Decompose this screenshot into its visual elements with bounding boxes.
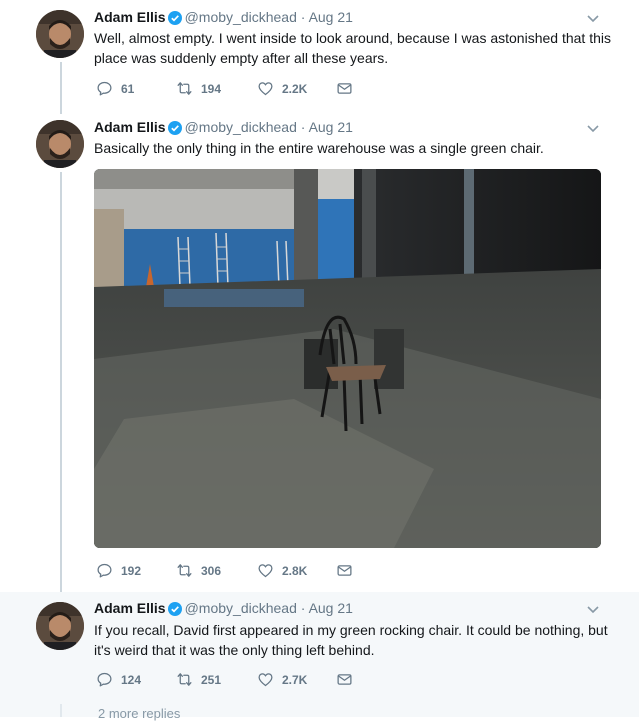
- date-separator: ·: [300, 600, 306, 616]
- reply-icon: [97, 672, 112, 687]
- tweet-actions: 124 251 2.7K: [96, 671, 396, 691]
- like-button[interactable]: 2.2K: [257, 80, 307, 97]
- retweet-count: 306: [201, 563, 222, 578]
- like-icon: [258, 564, 273, 578]
- reply-count: 192: [121, 563, 142, 578]
- tweet-actions: 61 194 2.2K: [96, 80, 396, 100]
- like-count: 2.7K: [282, 672, 308, 687]
- retweet-button[interactable]: 194: [176, 80, 221, 97]
- tweet-1[interactable]: Adam Ellis @moby_dickhead · Aug 21 Well, …: [0, 0, 639, 112]
- retweet-icon: [177, 82, 192, 95]
- retweet-icon: [177, 564, 192, 577]
- tweet-text: Basically the only thing in the entire w…: [94, 140, 544, 156]
- date-separator: ·: [300, 9, 306, 25]
- retweet-button[interactable]: 306: [176, 562, 221, 579]
- reply-icon: [97, 563, 112, 578]
- avatar[interactable]: [36, 10, 84, 58]
- like-icon: [258, 82, 273, 96]
- tweet-text: Well, almost empty. I went inside to loo…: [94, 30, 611, 66]
- tweet-header: Adam Ellis @moby_dickhead · Aug 21: [94, 600, 353, 619]
- message-icon: [337, 674, 352, 685]
- like-icon: [258, 673, 273, 687]
- tweet-3[interactable]: Adam Ellis @moby_dickhead · Aug 21 If you…: [0, 592, 639, 717]
- chevron-down-icon[interactable]: [586, 602, 600, 616]
- reply-count: 61: [121, 81, 135, 96]
- message-icon: [337, 565, 352, 576]
- reply-count: 124: [121, 672, 142, 687]
- reply-button[interactable]: 124: [96, 671, 141, 688]
- reply-button[interactable]: 192: [96, 562, 141, 579]
- tweet-date[interactable]: Aug 21: [309, 119, 353, 135]
- reply-button[interactable]: 61: [96, 80, 134, 97]
- retweet-count: 194: [201, 81, 222, 96]
- author-name[interactable]: Adam Ellis: [94, 119, 166, 135]
- retweet-count: 251: [201, 672, 222, 687]
- verified-badge-icon: [167, 11, 182, 28]
- tweet-date[interactable]: Aug 21: [309, 600, 353, 616]
- author-handle[interactable]: @moby_dickhead: [185, 119, 297, 135]
- verified-badge-icon: [167, 602, 182, 619]
- verified-badge-icon: [167, 121, 182, 138]
- more-replies-link[interactable]: 2 more replies: [98, 706, 180, 721]
- like-count: 2.8K: [282, 563, 308, 578]
- tweet-date[interactable]: Aug 21: [309, 9, 353, 25]
- thread-line: [60, 704, 62, 717]
- tweet-actions: 192 306 2.8K: [96, 562, 396, 582]
- author-name[interactable]: Adam Ellis: [94, 600, 166, 616]
- author-name[interactable]: Adam Ellis: [94, 9, 166, 25]
- author-handle[interactable]: @moby_dickhead: [185, 9, 297, 25]
- date-separator: ·: [300, 119, 306, 135]
- chevron-down-icon[interactable]: [586, 11, 600, 25]
- like-count: 2.2K: [282, 81, 308, 96]
- like-button[interactable]: 2.8K: [257, 562, 307, 579]
- message-button[interactable]: [336, 562, 361, 579]
- reply-icon: [97, 81, 112, 96]
- tweet-photo[interactable]: [94, 169, 601, 548]
- tweet-header: Adam Ellis @moby_dickhead · Aug 21: [94, 9, 353, 28]
- avatar[interactable]: [36, 120, 84, 168]
- message-button[interactable]: [336, 671, 361, 688]
- author-handle[interactable]: @moby_dickhead: [185, 600, 297, 616]
- like-button[interactable]: 2.7K: [257, 671, 307, 688]
- chevron-down-icon[interactable]: [586, 121, 600, 135]
- tweet-text: If you recall, David first appeared in m…: [94, 622, 608, 658]
- retweet-button[interactable]: 251: [176, 671, 221, 688]
- retweet-icon: [177, 673, 192, 686]
- message-button[interactable]: [336, 80, 361, 97]
- tweet-header: Adam Ellis @moby_dickhead · Aug 21: [94, 119, 353, 138]
- avatar[interactable]: [36, 602, 84, 650]
- message-icon: [337, 83, 352, 94]
